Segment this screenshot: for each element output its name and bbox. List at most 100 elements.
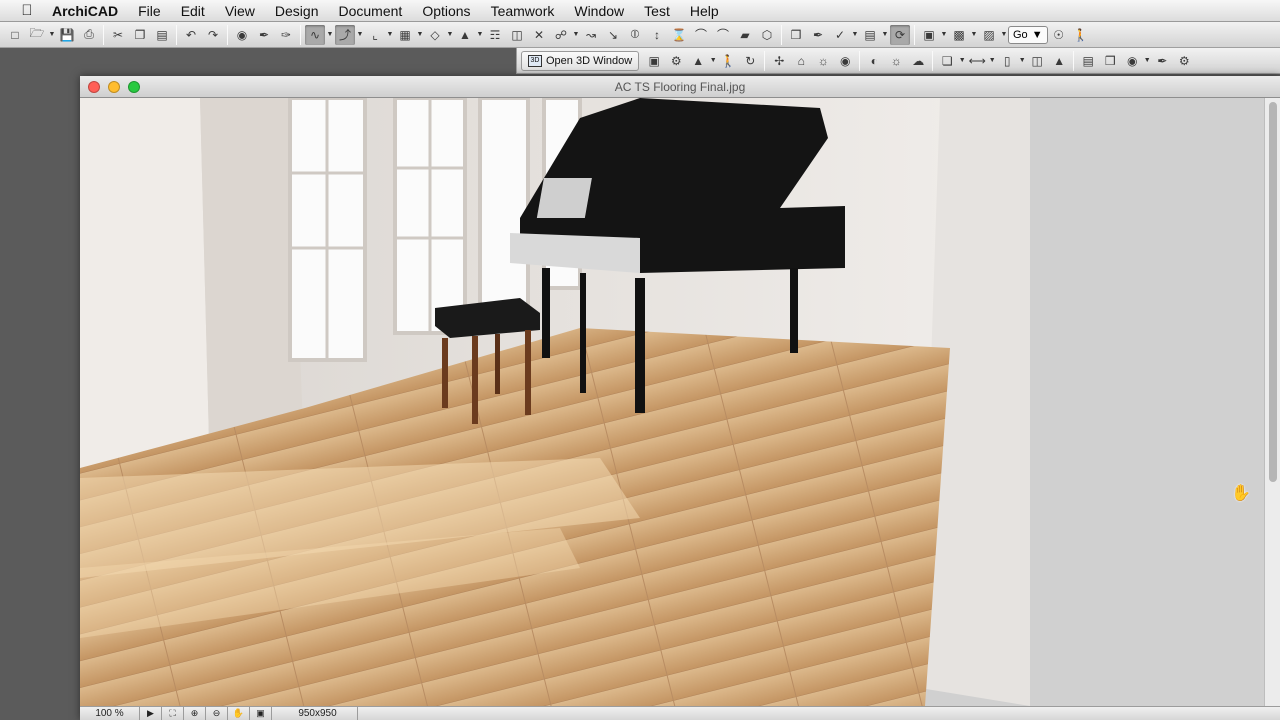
eyedropper-icon[interactable]: ✒ [254,25,274,45]
3d-box-icon[interactable]: ▣ [644,51,664,71]
zoom-menu-arrow-icon[interactable]: ▶ [140,706,162,720]
3d-layers-icon[interactable]: ❒ [1100,51,1120,71]
syringe-icon[interactable]: ✑ [276,25,296,45]
publisher-icon[interactable]: ▨ [979,25,999,45]
fit-in-window-icon[interactable]: ▣ [250,706,272,720]
polygon-icon[interactable]: ⬡ [757,25,777,45]
undo-icon[interactable]: ↶ [181,25,201,45]
layout-icon[interactable]: ▩ [949,25,969,45]
guide-dropdown-icon[interactable]: ▼ [386,31,394,38]
snap-dropdown-icon[interactable]: ▼ [356,31,364,38]
cut-icon[interactable]: ✂ [108,25,128,45]
curve-icon[interactable]: ⌒ [713,25,733,45]
3d-filter-icon[interactable]: ▯ [997,51,1017,71]
open-file-dropdown-icon[interactable]: ▼ [48,31,56,38]
publisher-dropdown-icon[interactable]: ▼ [1000,31,1008,38]
3d-plan-icon[interactable]: ◫ [1027,51,1047,71]
zoom-in-icon[interactable]: ⊕ [184,706,206,720]
menu-document[interactable]: Document [329,3,413,19]
menu-app[interactable]: ArchiCAD [40,3,128,19]
3d-section-dropdown-icon[interactable]: ▼ [958,57,966,64]
fill-icon[interactable]: ▲ [455,25,475,45]
3d-settings-icon[interactable]: ⚙ [1174,51,1194,71]
3d-pan-icon[interactable]: ✢ [769,51,789,71]
apple-menu-icon[interactable]:  [14,2,40,19]
menu-file[interactable]: File [128,3,171,19]
3d-orbit-icon[interactable]: ↻ [740,51,760,71]
menu-edit[interactable]: Edit [171,3,215,19]
save-icon[interactable]: 💾 [57,25,77,45]
intersect-icon[interactable]: ⦶ [625,25,645,45]
menu-window[interactable]: Window [564,3,634,19]
3d-home-icon[interactable]: ⌂ [791,51,811,71]
3d-tools-icon[interactable]: ✒ [1152,51,1172,71]
layer-icon[interactable]: ◇ [425,25,445,45]
menu-test[interactable]: Test [634,3,680,19]
vertical-scrollbar[interactable] [1264,98,1280,706]
fill-dropdown-icon[interactable]: ▼ [476,31,484,38]
copy-icon[interactable]: ❐ [130,25,150,45]
display-order-icon[interactable]: ▤ [860,25,880,45]
print-icon[interactable]: ⎙ [79,25,99,45]
layer-dropdown-icon[interactable]: ▼ [446,31,454,38]
zoom-out-icon[interactable]: ⊖ [206,706,228,720]
connect-dropdown-icon[interactable]: ▼ [572,31,580,38]
3d-filter-dropdown-icon[interactable]: ▼ [1018,57,1026,64]
3d-render-icon[interactable]: ◐ [864,51,884,71]
grid-dropdown-icon[interactable]: ▼ [416,31,424,38]
pen-icon[interactable]: ✒ [808,25,828,45]
grid-icon[interactable]: ▦ [395,25,415,45]
3d-projection-dropdown-icon[interactable]: ▼ [709,57,717,64]
open-3d-window-button[interactable]: 3D Open 3D Window [521,50,640,71]
redo-icon[interactable]: ↷ [203,25,223,45]
adjust-icon[interactable]: ↝ [581,25,601,45]
3d-style-icon[interactable]: ⚙ [666,51,686,71]
gravity-dropdown-icon[interactable]: ▼ [326,31,334,38]
menu-teamwork[interactable]: Teamwork [481,3,565,19]
connect-icon[interactable]: ☍ [551,25,571,45]
3d-sky-icon[interactable]: ☁ [908,51,928,71]
3d-cut-icon[interactable]: ⟷ [967,51,987,71]
3d-photo-dropdown-icon[interactable]: ▼ [1143,57,1151,64]
go-navigation-select[interactable]: Go ▼ [1008,25,1048,44]
paste-icon[interactable]: ▤ [152,25,172,45]
zoom-level-field[interactable]: 100 % [80,706,140,720]
zoom-area-icon[interactable]: ⛶ [162,706,184,720]
zoom-window-button[interactable] [128,81,140,93]
gravity-icon[interactable]: ∿ [305,24,325,45]
stretch-icon[interactable]: ▰ [735,25,755,45]
view-map-dropdown-icon[interactable]: ▼ [940,31,948,38]
window-title-bar[interactable]: AC TS Flooring Final.jpg [80,76,1280,98]
menu-help[interactable]: Help [680,3,729,19]
view-map-icon[interactable]: ▣ [919,25,939,45]
stair-icon[interactable]: ☶ [485,25,505,45]
fillet-icon[interactable]: ⌒ [691,25,711,45]
pan-icon[interactable]: ✋ [228,706,250,720]
close-window-button[interactable] [88,81,100,93]
brush-icon[interactable]: ✓ [830,25,850,45]
3d-explore-icon[interactable]: ☼ [813,51,833,71]
3d-paint-icon[interactable]: ▲ [1049,51,1069,71]
3d-photo-icon[interactable]: ◉ [1122,51,1142,71]
navigator-icon[interactable]: ☉ [1049,25,1069,45]
trim-icon[interactable]: ↘ [603,25,623,45]
minimize-window-button[interactable] [108,81,120,93]
new-file-icon[interactable]: □ [5,25,25,45]
find-select-icon[interactable]: ◉ [232,25,252,45]
3d-document-icon[interactable]: ▤ [1078,51,1098,71]
menu-design[interactable]: Design [265,3,329,19]
split-icon[interactable]: ↕ [647,25,667,45]
window-tool-icon[interactable]: ◫ [507,25,527,45]
3d-sun-icon[interactable]: ☼ [886,51,906,71]
3d-walk-icon[interactable]: 🚶 [718,51,738,71]
group-icon[interactable]: ❒ [786,25,806,45]
delete-icon[interactable]: ✕ [529,25,549,45]
3d-camera-icon[interactable]: ◉ [835,51,855,71]
walk-icon[interactable]: 🚶 [1071,25,1091,45]
3d-projection-icon[interactable]: ▲ [688,51,708,71]
offset-icon[interactable]: ⌛ [669,25,689,45]
guide-line-icon[interactable]: ⌞ [365,25,385,45]
menu-options[interactable]: Options [412,3,480,19]
rebuild-icon[interactable]: ⟳ [890,24,910,45]
open-file-icon[interactable]: 🗁 [27,25,47,45]
